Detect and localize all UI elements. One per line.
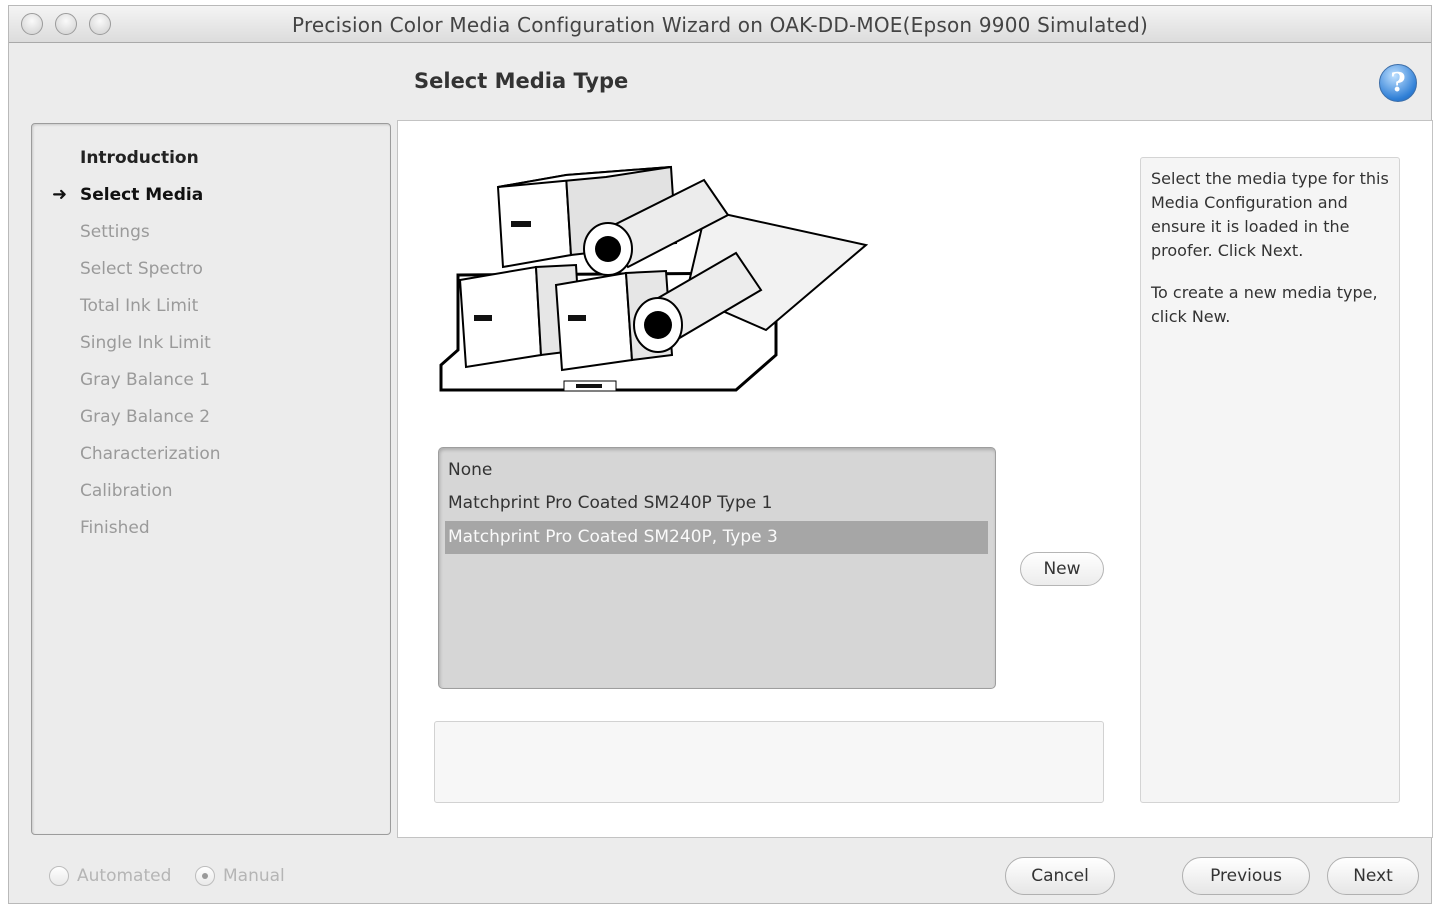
step-finished: Finished [80, 518, 150, 538]
list-item[interactable]: None [445, 454, 988, 487]
automated-radio[interactable] [49, 866, 69, 886]
step-select-media: Select Media [80, 185, 204, 205]
new-media-button[interactable]: New [1020, 552, 1104, 586]
cancel-button[interactable]: Cancel [1005, 857, 1115, 895]
step-characterization: Characterization [80, 444, 221, 464]
help-paragraph-2: To create a new media type, click New. [1151, 283, 1378, 326]
previous-button[interactable]: Previous [1182, 857, 1310, 895]
wizard-steps-sidebar: ➜ Introduction Select Media Settings Sel… [31, 123, 391, 835]
list-item-selected[interactable]: Matchprint Pro Coated SM240P, Type 3 [445, 521, 988, 554]
wizard-window: Precision Color Media Configuration Wiza… [8, 5, 1433, 904]
step-calibration: Calibration [80, 481, 173, 501]
wizard-footer: Automated Manual Cancel Previous Next [9, 838, 1431, 904]
step-introduction: Introduction [80, 148, 199, 168]
step-settings: Settings [80, 222, 150, 242]
main-content-panel: None Matchprint Pro Coated SM240P Type 1… [397, 120, 1433, 838]
wizard-header: Select Media Type ? [9, 43, 1431, 123]
current-step-arrow-icon: ➜ [52, 184, 68, 205]
list-item[interactable]: Matchprint Pro Coated SM240P Type 1 [445, 487, 988, 520]
manual-option[interactable]: Manual [195, 866, 285, 886]
title-bar: Precision Color Media Configuration Wiza… [9, 6, 1431, 43]
next-button[interactable]: Next [1327, 857, 1419, 895]
media-rolls-illustration [439, 165, 869, 392]
automated-label: Automated [77, 866, 172, 886]
question-mark-icon[interactable]: ? [1379, 64, 1417, 102]
manual-label: Manual [223, 866, 285, 886]
media-description-field [434, 721, 1104, 803]
media-type-list[interactable]: None Matchprint Pro Coated SM240P Type 1… [438, 447, 996, 689]
step-single-ink-limit: Single Ink Limit [80, 333, 211, 353]
step-total-ink-limit: Total Ink Limit [80, 296, 199, 316]
window-title: Precision Color Media Configuration Wiza… [292, 13, 1148, 37]
help-text-panel: Select the media type for this Media Con… [1140, 157, 1400, 803]
step-gray-balance-1: Gray Balance 1 [80, 370, 211, 390]
manual-radio[interactable] [195, 866, 215, 886]
step-select-spectro: Select Spectro [80, 259, 203, 279]
help-paragraph-1: Select the media type for this Media Con… [1151, 169, 1389, 260]
step-gray-balance-2: Gray Balance 2 [80, 407, 211, 427]
page-title: Select Media Type [414, 69, 629, 93]
automated-option[interactable]: Automated [49, 866, 171, 886]
